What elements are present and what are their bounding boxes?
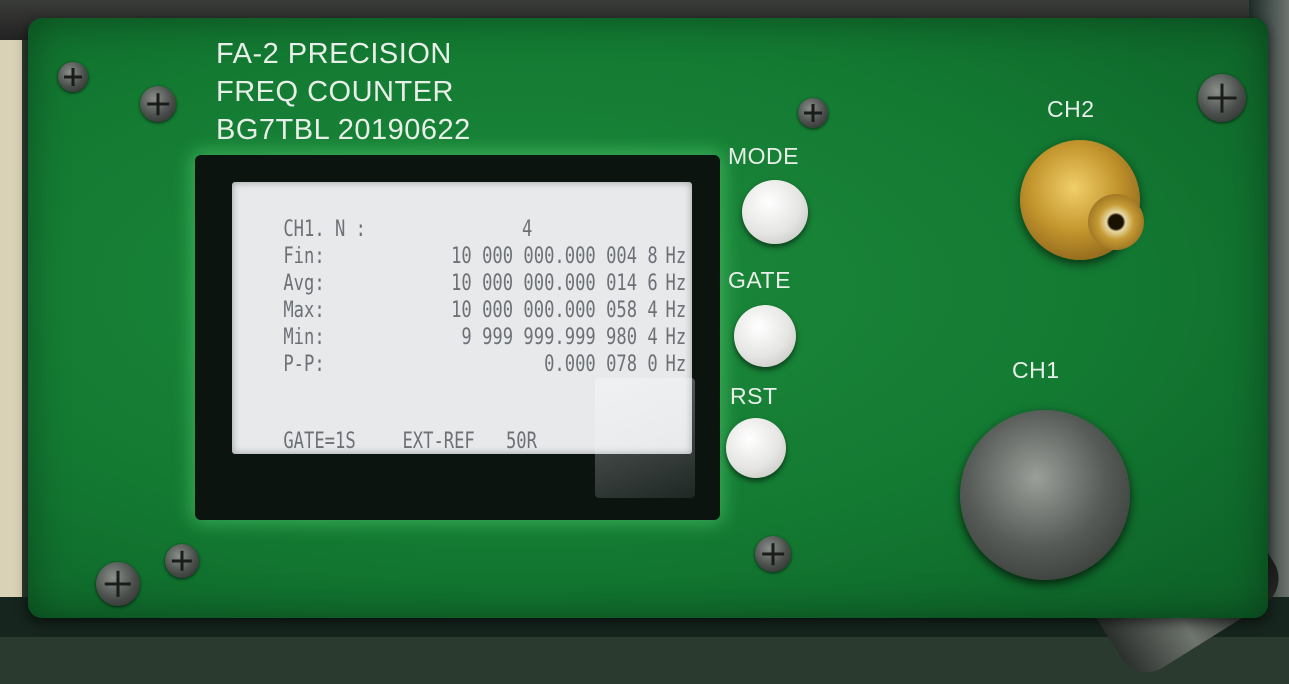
rst-label: RST [730, 383, 778, 409]
lcd-ref-status: EXT-REF [402, 429, 475, 454]
screw-icon [1198, 74, 1246, 122]
gate-button[interactable] [734, 305, 796, 367]
lcd-glare [595, 378, 695, 498]
ch2-sma-core [1088, 194, 1144, 250]
screw-icon [140, 86, 176, 122]
screw-icon [58, 62, 88, 92]
ch2-label: CH2 [1047, 96, 1095, 122]
title-line-3: BG7TBL 20190622 [216, 114, 471, 146]
lcd-impedance-status: 50R [505, 429, 537, 454]
mode-label: MODE [728, 143, 799, 169]
mode-button[interactable] [742, 180, 808, 244]
rst-button[interactable] [726, 418, 786, 478]
lcd-row-value: 0.000 078 0 [544, 352, 658, 377]
gate-label: GATE [728, 267, 791, 293]
title-line-2: FREQ COUNTER [216, 76, 454, 108]
ch1-label: CH1 [1012, 357, 1060, 383]
screw-icon [755, 536, 791, 572]
title-line-1: FA-2 PRECISION [216, 38, 452, 70]
ch1-bnc-connector[interactable] [960, 410, 1130, 580]
screw-icon [96, 562, 140, 606]
lcd-status-line: GATE=1S EXT-REF 50R [242, 404, 537, 479]
lcd-gate-status: GATE=1S [283, 429, 356, 454]
screw-icon [798, 98, 828, 128]
background-left [0, 0, 22, 637]
lcd-row-unit: Hz [665, 352, 687, 377]
lcd-row-label: P-P: [283, 352, 325, 377]
screw-icon [165, 544, 199, 578]
